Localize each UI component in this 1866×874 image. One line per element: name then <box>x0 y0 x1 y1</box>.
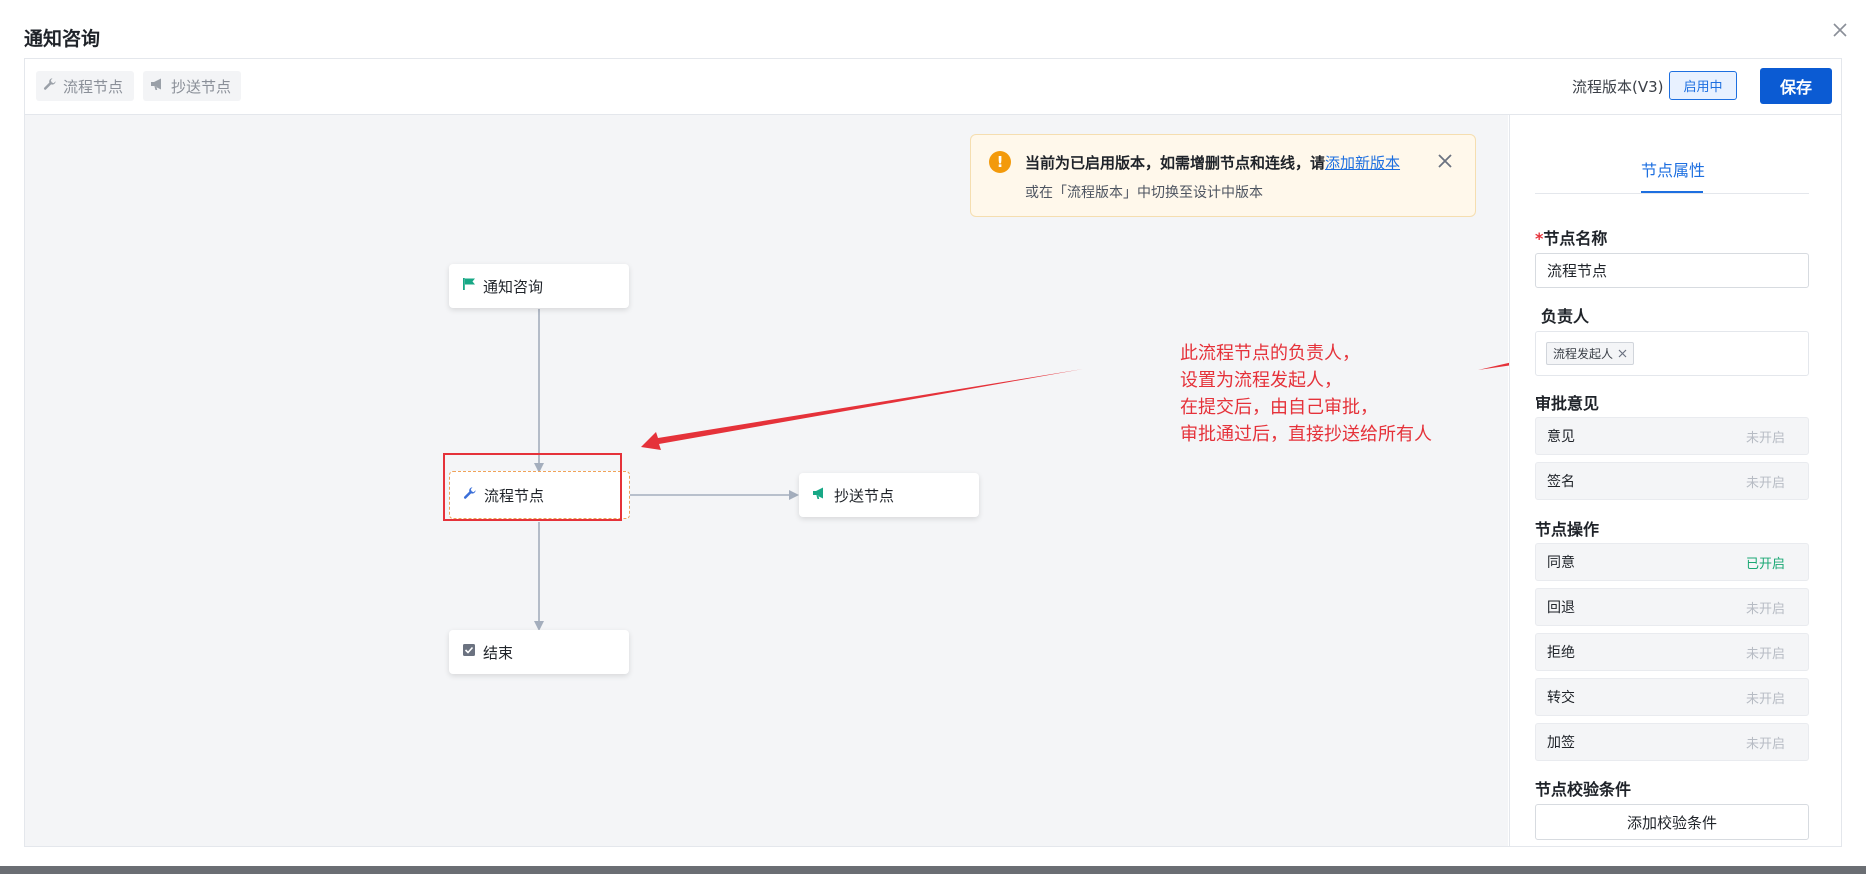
option-row-reject[interactable]: 拒绝 未开启 <box>1535 633 1809 671</box>
add-validation-condition-button[interactable]: 添加校验条件 <box>1535 804 1809 840</box>
tab-active-indicator <box>1641 191 1703 193</box>
flow-node-start[interactable]: 通知咨询 <box>449 264 629 308</box>
node-name-label: *节点名称 <box>1535 225 1607 249</box>
option-row-signature[interactable]: 签名 未开启 <box>1535 462 1809 500</box>
option-label: 同意 <box>1547 555 1575 571</box>
option-label: 拒绝 <box>1547 645 1575 661</box>
underlying-page-strip <box>0 866 1866 874</box>
flow-node-cc[interactable]: 抄送节点 <box>799 473 979 517</box>
option-label: 加签 <box>1547 735 1575 751</box>
annotation-line: 设置为流程发起人， <box>1180 370 1342 391</box>
option-row-opinion[interactable]: 意见 未开启 <box>1535 417 1809 455</box>
tab-divider <box>1535 193 1809 194</box>
option-row-rollback[interactable]: 回退 未开启 <box>1535 588 1809 626</box>
alert-close-icon[interactable] <box>1435 151 1455 171</box>
warning-icon: ! <box>989 151 1011 173</box>
flow-node-label: 抄送节点 <box>834 486 895 505</box>
option-status: 已开启 <box>1745 556 1785 572</box>
tag-close-icon[interactable] <box>1618 347 1627 361</box>
checkbox-icon <box>462 643 476 661</box>
flow-node-label: 结束 <box>483 643 514 662</box>
option-label: 签名 <box>1547 474 1575 490</box>
option-status: 未开启 <box>1745 691 1785 707</box>
flow-node-label: 通知咨询 <box>483 277 544 296</box>
node-operations-title: 节点操作 <box>1535 520 1600 539</box>
alert-message-text: 当前为已启用版本，如需增删节点和连线，请 <box>1025 154 1326 172</box>
owner-label: 负责人 <box>1541 307 1590 326</box>
option-status: 未开启 <box>1745 646 1785 662</box>
option-status: 未开启 <box>1745 430 1785 446</box>
annotation-line: 此流程节点的负责人， <box>1180 343 1360 364</box>
option-row-agree[interactable]: 同意 已开启 <box>1535 543 1809 581</box>
annotation-arrow-left <box>641 369 1083 450</box>
option-label: 转交 <box>1547 690 1575 706</box>
option-label: 意见 <box>1547 429 1575 445</box>
flow-node-end[interactable]: 结束 <box>449 630 629 674</box>
annotation-note: 此流程节点的负责人， 设置为流程发起人， 在提交后，由自己审批， 审批通过后，直… <box>1180 340 1432 448</box>
flag-icon <box>462 277 476 295</box>
owner-tag-label: 流程发起人 <box>1553 347 1614 361</box>
option-status: 未开启 <box>1745 736 1785 752</box>
option-row-add-signer[interactable]: 加签 未开启 <box>1535 723 1809 761</box>
add-new-version-link[interactable]: 添加新版本 <box>1325 154 1400 172</box>
readonly-version-alert <box>970 134 1476 217</box>
megaphone-icon <box>812 486 827 504</box>
owner-tag: 流程发起人 <box>1546 342 1635 365</box>
annotation-line: 审批通过后，直接抄送给所有人 <box>1180 424 1432 445</box>
tab-node-properties[interactable]: 节点属性 <box>1641 157 1705 181</box>
alert-message: 当前为已启用版本，如需增删节点和连线，请添加新版本 <box>1025 152 1400 173</box>
option-row-transfer[interactable]: 转交 未开启 <box>1535 678 1809 716</box>
option-status: 未开启 <box>1745 475 1785 491</box>
alert-sub-message: 或在「流程版本」中切换至设计中版本 <box>1025 185 1263 201</box>
annotation-line: 在提交后，由自己审批， <box>1180 397 1378 418</box>
approval-opinion-title: 审批意见 <box>1535 394 1600 413</box>
option-status: 未开启 <box>1745 601 1785 617</box>
validation-conditions-title: 节点校验条件 <box>1535 780 1632 799</box>
annotation-highlight-process-node <box>443 453 622 521</box>
node-name-label-text: 节点名称 <box>1543 229 1608 248</box>
option-label: 回退 <box>1547 600 1575 616</box>
node-name-input[interactable]: 流程节点 <box>1535 253 1809 288</box>
